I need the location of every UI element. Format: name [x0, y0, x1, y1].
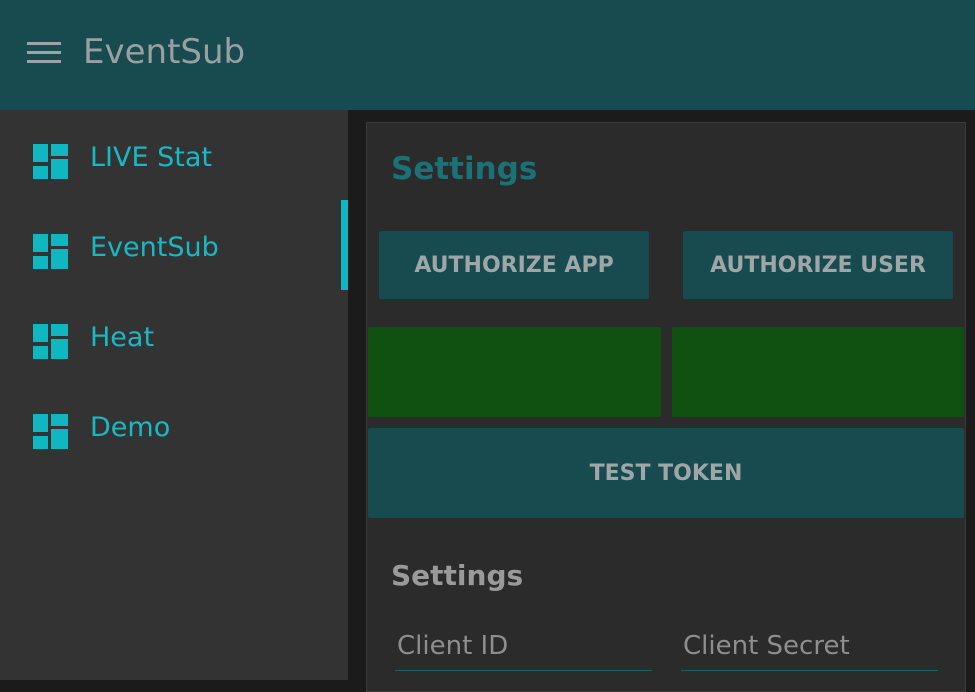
client-secret-label: Client Secret — [683, 631, 850, 661]
sidebar-item-label: Heat — [90, 322, 155, 353]
sidebar-item-eventsub[interactable]: EventSub — [0, 202, 348, 292]
app-bar: EventSub — [0, 0, 975, 110]
client-id-input[interactable]: Client ID — [395, 623, 652, 671]
section-heading: Settings — [391, 559, 524, 592]
selected-indicator — [341, 200, 348, 290]
settings-card: Settings AUTHORIZE APP AUTHORIZE USER TE… — [366, 122, 966, 692]
user-status-indicator — [672, 327, 964, 417]
dashboard-icon — [33, 414, 68, 449]
app-status-indicator — [368, 327, 661, 417]
dashboard-icon — [33, 324, 68, 359]
sidebar-item-demo[interactable]: Demo — [0, 382, 348, 472]
app-title: EventSub — [83, 32, 246, 72]
dashboard-icon — [33, 144, 68, 179]
sidebar-item-heat[interactable]: Heat — [0, 292, 348, 382]
client-secret-input[interactable]: Client Secret — [681, 623, 938, 671]
hamburger-icon[interactable] — [27, 42, 61, 68]
sidebar-item-label: EventSub — [90, 232, 219, 263]
dashboard-icon — [33, 234, 68, 269]
sidebar: LIVE Stat EventSub Heat Demo — [0, 110, 348, 680]
sidebar-item-label: Demo — [90, 412, 171, 443]
authorize-user-button[interactable]: AUTHORIZE USER — [683, 231, 953, 299]
page-title: Settings — [391, 151, 538, 187]
authorize-app-button[interactable]: AUTHORIZE APP — [379, 231, 649, 299]
client-id-label: Client ID — [397, 631, 509, 661]
sidebar-item-label: LIVE Stat — [90, 142, 212, 173]
sidebar-item-live-stat[interactable]: LIVE Stat — [0, 112, 348, 202]
test-token-button[interactable]: TEST TOKEN — [368, 428, 964, 518]
